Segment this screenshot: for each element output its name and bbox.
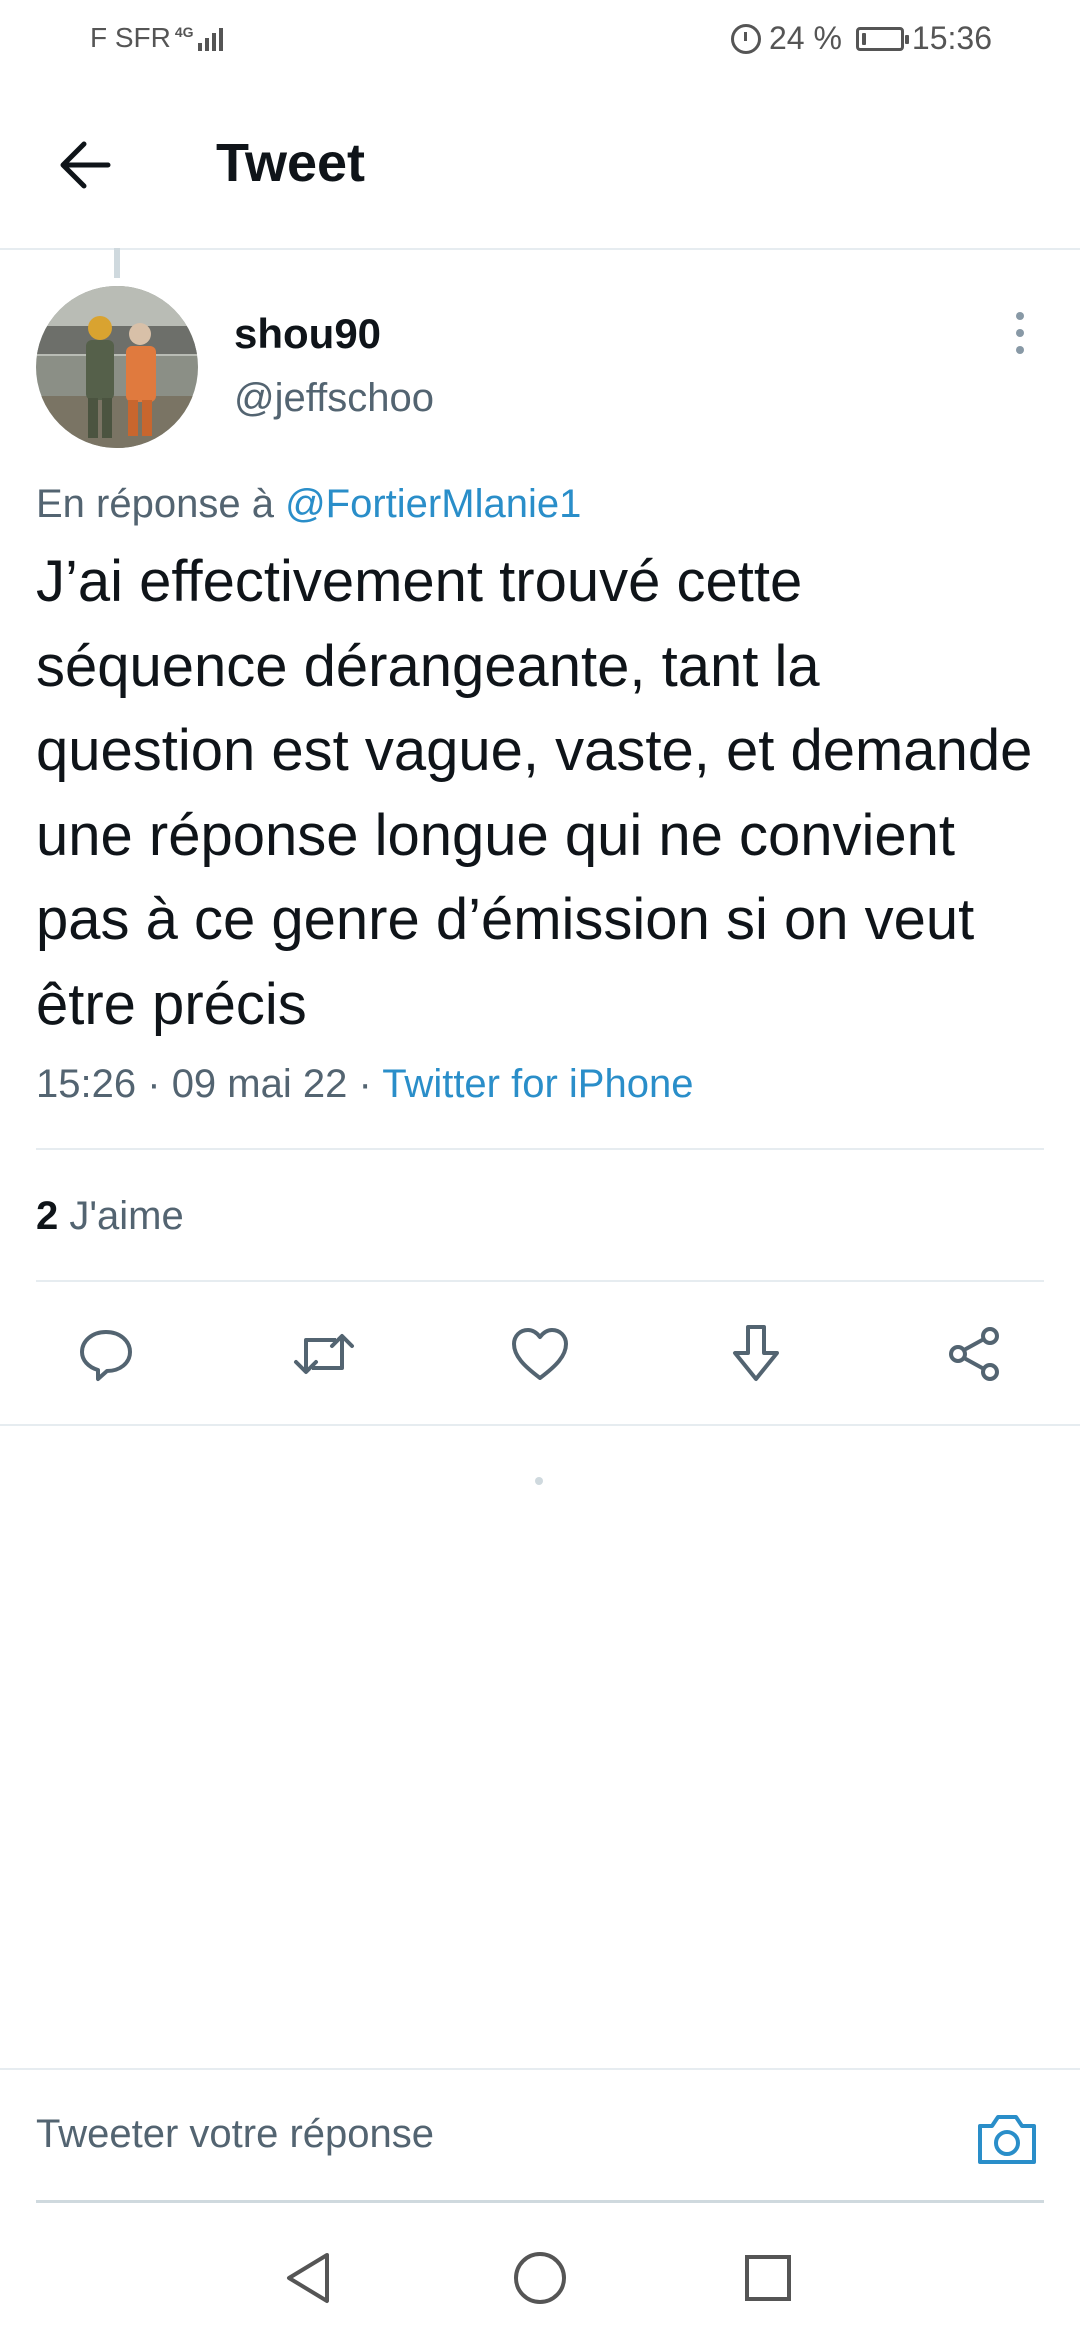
meta-separator: ·	[147, 1062, 161, 1106]
more-options-button[interactable]	[1000, 308, 1040, 358]
reply-button[interactable]	[68, 1316, 144, 1392]
circle-home-icon	[514, 2252, 566, 2304]
reply-prefix: En réponse à	[36, 482, 274, 526]
nav-home-button[interactable]	[510, 2248, 570, 2308]
reply-icon	[80, 1330, 132, 1381]
tweet-text: J’ai effectivement trouvé cette séquence…	[36, 549, 1033, 1037]
tweet-detail-screen: F SFR 4G 24 % 15:36 Tweet shou90 @jeffsc…	[0, 0, 1080, 2340]
camera-icon	[978, 2115, 1036, 2164]
status-left: F SFR 4G	[90, 22, 223, 54]
composer-underline	[36, 2200, 1044, 2203]
nav-recents-button[interactable]	[738, 2248, 798, 2308]
app-header: Tweet	[0, 80, 1080, 250]
back-button[interactable]	[50, 130, 120, 200]
reply-context: En réponse à @FortierMlanie1	[36, 482, 581, 527]
retweet-button[interactable]	[286, 1316, 362, 1392]
signal-strength-icon	[197, 25, 223, 51]
reply-input[interactable]	[36, 2112, 916, 2157]
bookmark-download-icon	[733, 1325, 779, 1381]
data-saver-icon	[730, 23, 761, 54]
meta-separator: ·	[358, 1062, 372, 1106]
retweet-icon	[294, 1334, 354, 1374]
square-recents-icon	[745, 2255, 791, 2301]
likes-count: 2	[36, 1194, 59, 1238]
page-title: Tweet	[216, 133, 366, 193]
divider	[36, 1148, 1044, 1150]
share-icon	[949, 1327, 999, 1381]
status-right: 24 % 15:36	[730, 20, 992, 57]
likes-stat[interactable]: 2 J'aime	[36, 1194, 184, 1239]
battery-fill	[861, 32, 866, 45]
thread-connector-line	[114, 248, 120, 278]
battery-percent: 24 %	[768, 20, 842, 56]
network-type-badge: 4G	[174, 24, 194, 40]
like-heart-icon	[512, 1328, 568, 1380]
more-dots-icon	[1016, 312, 1024, 320]
tweet-action-bar	[0, 1316, 1080, 1392]
nav-back-button[interactable]	[278, 2248, 338, 2308]
avatar[interactable]	[36, 286, 198, 448]
loading-indicator	[535, 1477, 543, 1485]
likes-label: J'aime	[69, 1194, 184, 1238]
author-handle[interactable]: @jeffschoo	[234, 376, 434, 421]
status-bar: F SFR 4G 24 % 15:36	[0, 0, 1080, 80]
tweet-time: 15:26	[36, 1062, 137, 1106]
system-navigation-bar	[0, 2210, 1080, 2340]
reply-to-mention-link[interactable]: @FortierMlanie1	[285, 482, 581, 526]
like-button[interactable]	[502, 1316, 578, 1392]
bookmark-button[interactable]	[718, 1316, 794, 1392]
share-button[interactable]	[936, 1316, 1012, 1392]
triangle-back-icon	[287, 2253, 329, 2303]
divider	[36, 1280, 1044, 1282]
reply-composer	[0, 2068, 1080, 2204]
battery-icon	[855, 26, 909, 51]
camera-button[interactable]	[974, 2110, 1040, 2168]
tweet-meta: 15:26 · 09 mai 22 · Twitter for iPhone	[36, 1062, 693, 1107]
carrier-label: F SFR	[90, 22, 171, 53]
tweet-source-link[interactable]: Twitter for iPhone	[382, 1062, 693, 1106]
arrow-left-icon	[60, 141, 111, 189]
author-name[interactable]: shou90	[234, 310, 381, 358]
clock-time: 15:36	[911, 20, 992, 56]
tweet-date: 09 mai 22	[171, 1062, 348, 1106]
divider	[0, 1424, 1080, 1426]
avatar-photo	[36, 286, 198, 448]
